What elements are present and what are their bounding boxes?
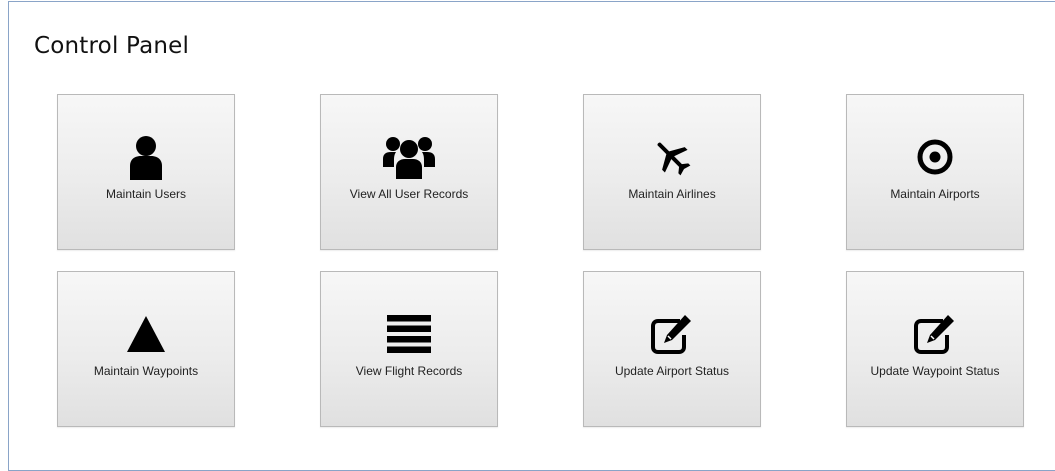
tile-label: View Flight Records xyxy=(355,364,463,378)
tile-label: View All User Records xyxy=(349,187,469,201)
page-title: Control Panel xyxy=(34,33,190,59)
tile-label: Maintain Airlines xyxy=(628,187,716,201)
plane-icon xyxy=(584,133,760,181)
edit-icon xyxy=(847,310,1023,358)
maintain-users-button[interactable]: Maintain Users xyxy=(57,94,235,250)
tile-label: Maintain Users xyxy=(105,187,187,201)
maintain-airports-button[interactable]: Maintain Airports xyxy=(846,94,1024,250)
maintain-airlines-button[interactable]: Maintain Airlines xyxy=(583,94,761,250)
triangle-icon xyxy=(58,310,234,358)
user-icon xyxy=(58,133,234,181)
target-icon xyxy=(847,133,1023,181)
list-icon xyxy=(321,310,497,358)
edit-icon xyxy=(584,310,760,358)
tile-label: Update Waypoint Status xyxy=(870,364,1000,378)
tile-label: Maintain Airports xyxy=(890,187,980,201)
view-flight-records-button[interactable]: View Flight Records xyxy=(320,271,498,427)
users-icon xyxy=(321,133,497,181)
view-all-user-records-button[interactable]: View All User Records xyxy=(320,94,498,250)
tile-label: Maintain Waypoints xyxy=(93,364,199,378)
update-airport-status-button[interactable]: Update Airport Status xyxy=(583,271,761,427)
maintain-waypoints-button[interactable]: Maintain Waypoints xyxy=(57,271,235,427)
update-waypoint-status-button[interactable]: Update Waypoint Status xyxy=(846,271,1024,427)
tile-label: Update Airport Status xyxy=(614,364,730,378)
